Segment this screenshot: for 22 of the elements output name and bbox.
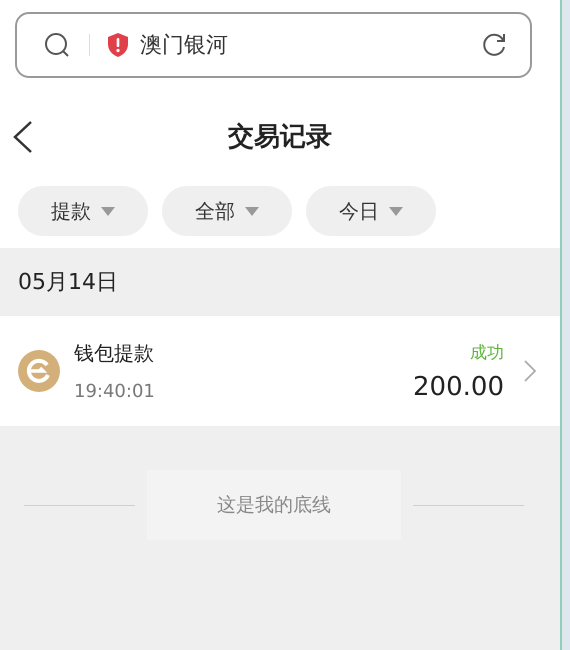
page-title: 交易记录 bbox=[228, 120, 332, 154]
withdraw-icon bbox=[18, 350, 60, 392]
search-icon[interactable] bbox=[43, 31, 71, 59]
filter-dropdown[interactable]: 全部 bbox=[162, 186, 292, 236]
reload-icon[interactable] bbox=[480, 31, 508, 59]
transaction-status: 成功 bbox=[470, 342, 504, 364]
caret-icon bbox=[245, 206, 259, 216]
transaction-amount: 200.00 bbox=[413, 372, 504, 402]
transaction-title: 钱包提款 bbox=[74, 340, 155, 367]
filter-dropdown[interactable]: 今日 bbox=[306, 186, 436, 236]
end-of-list-text: 这是我的底线 bbox=[147, 470, 401, 540]
shield-warning-icon bbox=[106, 32, 130, 58]
back-icon[interactable] bbox=[12, 120, 34, 154]
caret-icon bbox=[101, 206, 115, 216]
caret-icon bbox=[389, 206, 403, 216]
transaction-time: 19:40:01 bbox=[74, 381, 156, 402]
chevron-icon bbox=[524, 360, 536, 382]
date-header: 05月14日 bbox=[17, 269, 119, 297]
site-name: 澳门银河 bbox=[140, 32, 228, 60]
address-bar[interactable]: 澳门银河 bbox=[15, 12, 532, 78]
transaction-row[interactable]: 钱包提款 19:40:01 成功 200.00 bbox=[0, 316, 560, 426]
filter-dropdown[interactable]: 提款 bbox=[18, 186, 148, 236]
